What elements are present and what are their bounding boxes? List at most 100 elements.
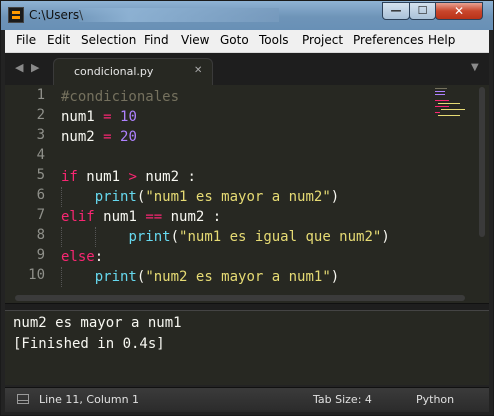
tab-close-icon[interactable]: ✕ [194,65,202,76]
tab-list-dropdown-icon[interactable]: ▼ [471,62,479,73]
function-token: print [94,269,137,285]
paren-token: ) [330,189,340,205]
menu-preferences[interactable]: Preferences [353,33,424,47]
code-line-1: #condicionales [61,87,179,107]
menu-goto[interactable]: Goto [220,33,249,47]
menu-selection[interactable]: Selection [81,33,136,47]
identifier-token: num2 : [170,209,222,225]
maximize-icon: ☐ [417,4,428,17]
operator-token: > [128,169,137,185]
sublime-app-icon [8,7,24,23]
minimap-line [438,115,460,116]
horizontal-scrollbar[interactable] [5,293,489,303]
line-number: 6 [36,187,45,203]
identifier-token: num1 [61,109,95,125]
identifier-token: num2 : [145,169,196,185]
line-number: 9 [36,247,45,263]
line-number: 1 [36,87,45,103]
operator-token: = [103,109,112,125]
minimap-line [435,88,447,89]
menu-tools[interactable]: Tools [259,33,289,47]
tab-scroll-right-icon[interactable]: ▶ [31,61,39,74]
menu-bar: File Edit Selection Find View Goto Tools… [5,30,489,53]
horizontal-scroll-thumb[interactable] [15,295,465,301]
minimap-line [435,91,445,92]
code-line-6: print("num1 es mayor a num2") [61,187,339,207]
paren-token: ) [330,269,340,285]
operator-token: = [103,129,112,145]
line-number: 5 [36,167,45,183]
panel-toggle-icon[interactable] [17,394,29,404]
number-token: 20 [120,129,137,145]
line-number: 4 [36,147,45,163]
function-token: print [94,189,137,205]
code-line-2: num1 = 10 [61,107,137,127]
menu-edit[interactable]: Edit [47,33,70,47]
close-icon: ✕ [453,4,465,18]
string-token: "num2 es mayor a num1" [145,269,331,285]
menu-find[interactable]: Find [144,33,169,47]
tab-scroll-left-icon[interactable]: ◀ [15,61,23,74]
colon-token: : [94,249,104,265]
tab-bar: ◀ ▶ condicional.py ✕ ▼ [5,53,489,85]
tab-size-selector[interactable]: Tab Size: 4 [313,393,372,406]
line-number: 2 [36,107,45,123]
output-line: [Finished in 0.4s] [13,336,165,352]
code-line-3: num2 = 20 [61,127,137,147]
build-output-panel[interactable]: num2 es mayor a num1 [Finished in 0.4s] [5,311,489,385]
paren-token: ) [381,229,390,245]
close-button[interactable]: ✕ [435,2,483,20]
line-number: 3 [36,127,45,143]
cursor-position: Line 11, Column 1 [39,393,140,406]
code-line-7: elif num1 == num2 : [61,207,221,227]
keyword-token: if [61,169,78,185]
line-number: 8 [36,227,45,243]
code-editor[interactable]: 1 2 3 4 5 6 7 8 9 10 #condicionales num1… [5,85,489,293]
number-token: 10 [120,109,137,125]
keyword-token: elif [61,209,95,225]
minimize-icon: — [390,4,402,17]
code-line-8: print("num1 es igual que num2") [61,227,390,247]
sublime-window: C:\Users\ — ☐ ✕ File Edit Selection Find… [0,0,494,416]
paren-token: ( [170,229,180,245]
output-panel-splitter[interactable] [5,303,489,311]
minimap-line [435,94,445,95]
title-redaction [79,8,279,22]
operator-token: == [145,209,163,225]
minimap-line [438,103,460,104]
window-title: C:\Users\ [29,8,84,22]
vertical-scroll-thumb[interactable] [479,87,485,237]
line-number: 10 [28,267,45,283]
maximize-button[interactable]: ☐ [409,2,436,20]
tab-label: condicional.py [74,65,154,78]
keyword-token: else [61,249,95,265]
code-line-9: else: [61,247,103,267]
minimize-button[interactable]: — [382,2,410,20]
code-line-10: print("num2 es mayor a num1") [61,267,339,287]
minimap-line [435,112,440,113]
menu-help[interactable]: Help [428,33,455,47]
tab-condicional[interactable]: condicional.py ✕ [53,58,213,85]
minimap-line [435,106,449,107]
output-line: num2 es mayor a num1 [13,315,182,331]
string-token: "num1 es mayor a num2" [145,189,331,205]
comment-token: #condicionales [61,89,180,105]
minimap[interactable] [433,85,473,135]
string-token: "num1 es igual que num2" [179,229,382,245]
identifier-token: num1 [86,169,121,185]
syntax-selector[interactable]: Python [416,393,454,406]
identifier-token: num2 [61,129,95,145]
identifier-token: num1 [103,209,137,225]
code-area[interactable]: #condicionales num1 = 10 num2 = 20 if nu… [61,85,431,293]
line-number: 7 [36,207,45,223]
menu-project[interactable]: Project [302,33,343,47]
line-number-gutter: 1 2 3 4 5 6 7 8 9 10 [5,85,53,293]
title-bar[interactable]: C:\Users\ — ☐ ✕ [1,1,493,30]
menu-file[interactable]: File [16,33,36,47]
menu-view[interactable]: View [181,33,209,47]
minimap-line [435,100,449,101]
code-line-5: if num1 > num2 : [61,167,196,187]
vertical-scrollbar[interactable] [477,85,487,293]
function-token: print [128,229,171,245]
status-bar: Line 11, Column 1 Tab Size: 4 Python [5,387,489,412]
